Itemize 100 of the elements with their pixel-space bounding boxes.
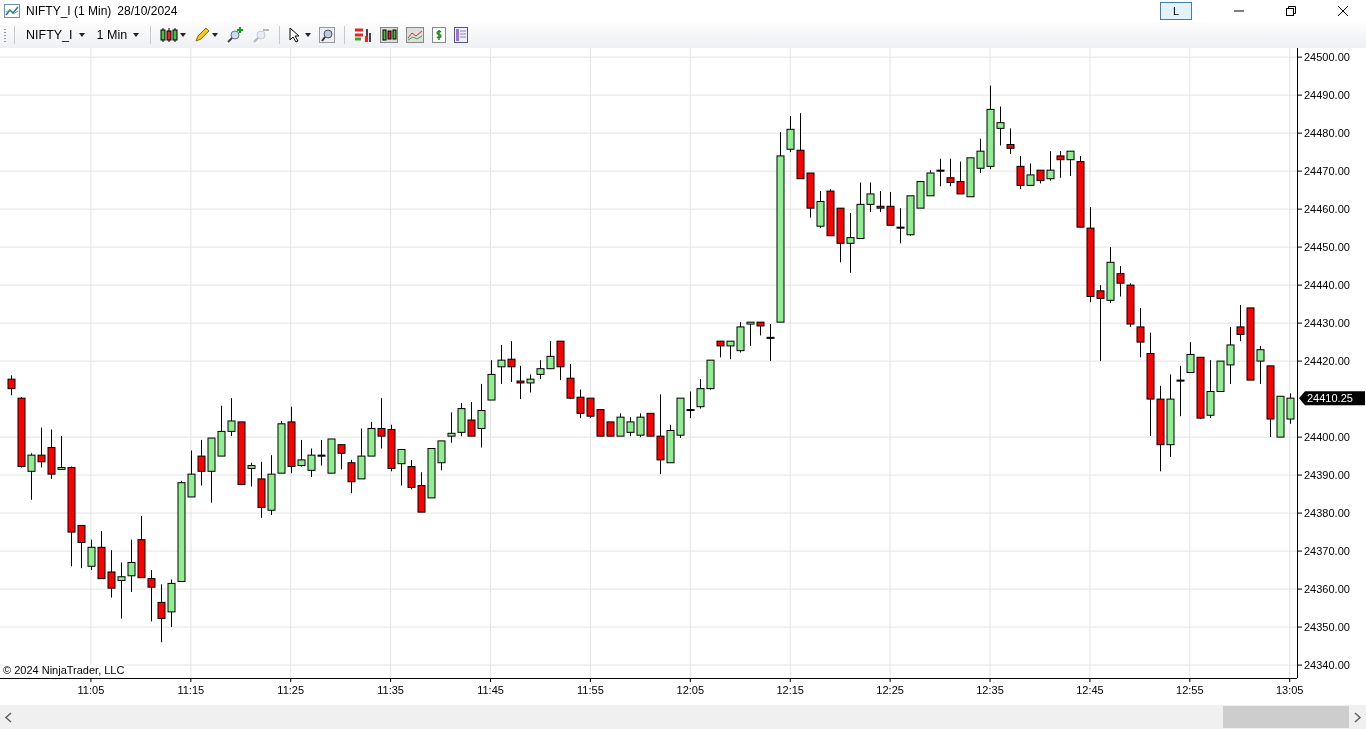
candlestick (37, 427, 46, 468)
candlestick (556, 340, 565, 381)
candlestick (576, 389, 585, 419)
candlestick (117, 562, 126, 620)
pencil-button[interactable] (192, 26, 221, 44)
time-label: 11:55 (577, 684, 604, 696)
line-chart-button[interactable] (404, 26, 427, 44)
price-label: 24500.00 (1304, 51, 1350, 64)
candles-button[interactable] (378, 26, 401, 44)
scrollbar-thumb[interactable] (1223, 706, 1349, 728)
caret-icon (133, 33, 140, 37)
copyright-text: © 2024 NinjaTrader, LLC (3, 664, 125, 676)
time-label: 12:15 (776, 684, 804, 696)
price-label: 24390.00 (1304, 469, 1350, 482)
last-price-marker: 24410.25 (1299, 391, 1365, 406)
candlestick (636, 412, 645, 438)
candlestick (217, 405, 226, 457)
instrument-dropdown[interactable]: NIFTY_I (22, 26, 89, 44)
price-label: 24420.00 (1304, 355, 1350, 368)
window-title: NIFTY_I (1 Min) (26, 4, 112, 18)
candlestick (417, 471, 426, 513)
candlestick (836, 207, 845, 263)
time-label: 12:45 (1076, 684, 1104, 696)
properties-button[interactable] (452, 26, 471, 44)
candlestick (107, 549, 116, 599)
time-label: 11:05 (77, 684, 105, 696)
candlestick (157, 583, 166, 643)
candlestick (337, 444, 346, 470)
candlestick (936, 158, 945, 187)
candlestick (307, 448, 316, 478)
price-label: 24370.00 (1304, 545, 1350, 558)
chart-icon (4, 4, 20, 18)
price-label: 24430.00 (1304, 317, 1350, 330)
time-label: 12:55 (1176, 684, 1204, 696)
time-label: 13:05 (1275, 684, 1304, 696)
candlestick (397, 448, 406, 487)
price-label: 24460.00 (1304, 203, 1350, 216)
candlestick (447, 411, 456, 444)
price-label: 24440.00 (1304, 279, 1350, 292)
candlestick (956, 161, 965, 195)
candlestick (197, 439, 206, 487)
pointer-button[interactable] (287, 26, 314, 44)
time-label: 11:15 (177, 684, 205, 696)
price-label: 24470.00 (1304, 165, 1350, 178)
candlestick (696, 378, 705, 410)
chart-style-button[interactable] (158, 26, 189, 44)
layout-button[interactable]: L (1160, 2, 1192, 20)
candlestick (277, 420, 286, 474)
candlestick (1056, 150, 1065, 179)
candlestick (846, 212, 855, 274)
candlestick (407, 459, 416, 490)
price-label: 24490.00 (1304, 89, 1350, 102)
candlestick (207, 437, 216, 504)
chart-date: 28/10/2024 (117, 4, 178, 18)
candlestick (457, 402, 466, 437)
caret-icon (78, 33, 85, 37)
candlestick (946, 158, 955, 187)
candlestick (896, 207, 905, 244)
candlestick (816, 190, 825, 229)
candlestick (147, 569, 156, 622)
time-label: 11:25 (277, 684, 305, 696)
time-label: 12:05 (676, 684, 705, 696)
candlestick (507, 340, 516, 383)
candlestick (267, 454, 276, 516)
candlestick (546, 340, 555, 370)
grip-icon (4, 28, 7, 42)
close-icon (1338, 6, 1348, 16)
price-label: 24340.00 (1304, 659, 1350, 672)
price-label: 24380.00 (1304, 507, 1350, 520)
caret-icon (212, 33, 219, 37)
candlestick (1286, 392, 1295, 425)
candlestick (826, 188, 835, 237)
candlestick (586, 397, 595, 419)
candlestick (497, 344, 506, 385)
interval-dropdown[interactable]: 1 Min (92, 26, 144, 44)
candlestick (926, 169, 935, 197)
caret-icon (180, 33, 187, 37)
restore-icon (1286, 6, 1296, 16)
candlestick (127, 539, 136, 593)
price-label: 24360.00 (1304, 583, 1350, 596)
candlestick (137, 515, 146, 579)
time-label: 12:25 (876, 684, 904, 696)
price-label: 24350.00 (1304, 621, 1350, 634)
candlestick (536, 359, 545, 380)
dollar-document-button[interactable] (430, 26, 449, 44)
pencil-icon (194, 27, 211, 43)
candlestick (1006, 127, 1015, 155)
time-label: 11:35 (377, 684, 404, 696)
candlestick (317, 439, 326, 467)
time-label: 11:45 (477, 684, 504, 696)
candlestick (566, 363, 575, 400)
price-label: 24400.00 (1304, 431, 1350, 444)
search-button[interactable] (317, 26, 338, 44)
candlestick (387, 424, 396, 472)
time-label: 12:35 (976, 684, 1004, 696)
candlestick (966, 157, 975, 198)
candlestick-icon (160, 27, 179, 43)
price-label: 24480.00 (1304, 127, 1350, 140)
caret-icon (305, 33, 312, 37)
candlestick (626, 416, 635, 437)
